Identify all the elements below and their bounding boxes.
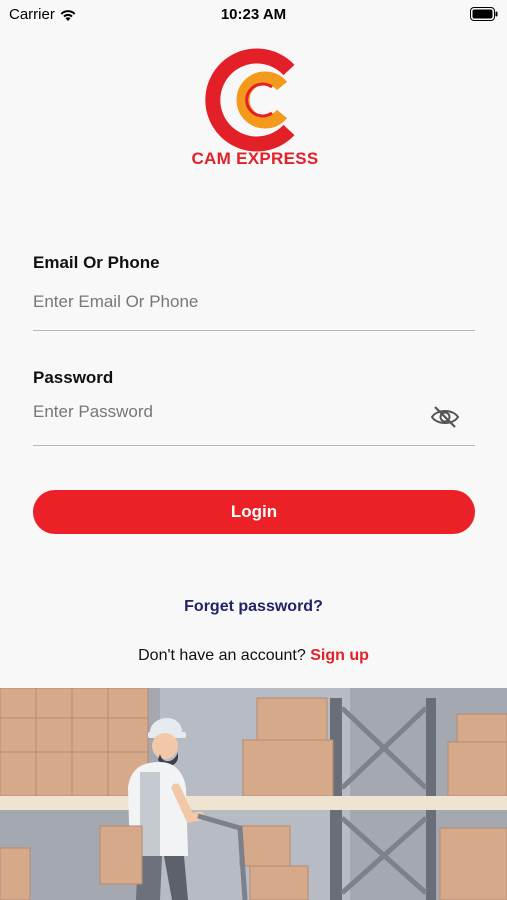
email-label: Email Or Phone <box>33 253 160 272</box>
password-underline <box>33 445 475 446</box>
password-field[interactable] <box>33 394 413 430</box>
status-bar: Carrier 10:23 AM <box>0 0 507 30</box>
no-account-text: Don't have an account? <box>138 647 306 664</box>
battery-icon <box>470 7 498 21</box>
signup-row: Don't have an account? Sign up <box>0 647 507 665</box>
warehouse-illustration <box>0 688 507 900</box>
brand-name: CAM EXPRESS <box>191 149 319 168</box>
forget-password-link[interactable]: Forget password? <box>0 598 507 616</box>
eye-off-icon[interactable] <box>430 403 460 431</box>
login-button[interactable]: Login <box>33 490 475 534</box>
signup-link[interactable]: Sign up <box>310 647 369 664</box>
email-underline <box>33 330 475 331</box>
email-field[interactable] <box>33 284 475 320</box>
password-label: Password <box>33 368 114 387</box>
status-time: 10:23 AM <box>220 6 287 23</box>
